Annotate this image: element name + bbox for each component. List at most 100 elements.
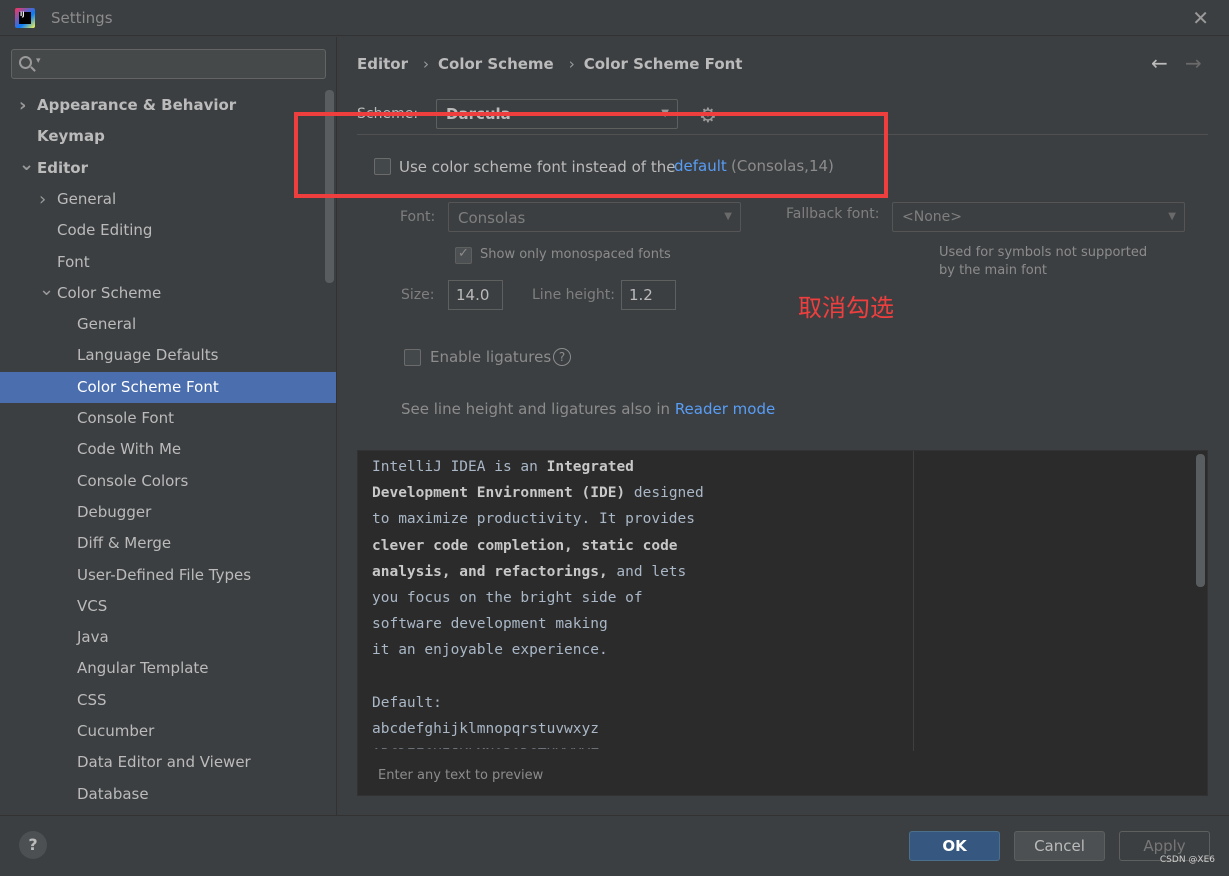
search-field[interactable]: ▾ bbox=[11, 49, 326, 79]
sidebar-item-code-with-me[interactable]: Code With Me bbox=[0, 434, 336, 465]
preview-text-segment: and lets bbox=[607, 563, 687, 580]
sidebar-item-label: Cucumber bbox=[77, 722, 155, 740]
ok-button[interactable]: OK bbox=[909, 831, 1000, 861]
preview-text-segment: software development making bbox=[372, 616, 608, 633]
sidebar-item-vcs[interactable]: VCS bbox=[0, 591, 336, 622]
sidebar-item-label: Appearance & Behavior bbox=[37, 96, 237, 114]
sidebar-item-cucumber[interactable]: Cucumber bbox=[0, 716, 336, 747]
breadcrumb-item-color-scheme[interactable]: Color Scheme bbox=[438, 55, 554, 73]
ligatures-checkbox[interactable] bbox=[404, 349, 421, 366]
see-also-text: See line height and ligatures also in Re… bbox=[401, 400, 775, 418]
breadcrumb-item-editor[interactable]: Editor bbox=[357, 55, 408, 73]
size-label: Size: bbox=[401, 287, 435, 303]
sidebar-item-label: Font bbox=[57, 252, 90, 271]
sidebar-item-label: Editor bbox=[37, 158, 88, 177]
chevron-right-icon[interactable]: › bbox=[19, 90, 26, 121]
sidebar-item-label: CSS bbox=[77, 690, 107, 709]
preview-line: IntelliJ IDEA is an Integrated bbox=[372, 454, 912, 480]
right-margin-guide bbox=[913, 451, 914, 751]
preview-line: Default: bbox=[372, 690, 912, 716]
preview-text-segment: ABCDEFGHIJKLMNOPQRSTUVWXYZ bbox=[372, 747, 599, 749]
fallback-font-label: Fallback font: bbox=[786, 206, 880, 222]
sidebar-item-editor[interactable]: ⌄ Editor bbox=[0, 153, 336, 184]
preview-scrollbar[interactable] bbox=[1196, 454, 1205, 587]
sidebar-item-keymap[interactable]: Keymap bbox=[0, 121, 336, 152]
sidebar-item-label: General bbox=[77, 315, 137, 334]
breadcrumb-item-color-scheme-font: Color Scheme Font bbox=[583, 55, 743, 73]
title-bar: IJ Settings ✕ bbox=[0, 0, 1229, 36]
sidebar-item-diff-merge[interactable]: Diff & Merge bbox=[0, 528, 336, 559]
annotation-text: 取消勾选 bbox=[798, 294, 894, 322]
forward-arrow-icon[interactable]: → bbox=[1185, 51, 1202, 75]
sidebar-item-general[interactable]: › General bbox=[0, 184, 336, 215]
sidebar-item-label: Angular Template bbox=[77, 659, 209, 678]
preview-text-segment: you focus on the bright side of bbox=[372, 590, 643, 607]
font-dropdown[interactable]: Consolas ▼ bbox=[448, 202, 741, 232]
fallback-font-value: <None> bbox=[902, 209, 962, 225]
font-preview[interactable]: IntelliJ IDEA is an Integrated Developmen… bbox=[357, 450, 1208, 796]
sidebar-item-code-editing[interactable]: Code Editing bbox=[0, 215, 336, 246]
monospaced-label[interactable]: Show only monospaced fonts bbox=[480, 247, 671, 262]
cancel-button[interactable]: Cancel bbox=[1014, 831, 1105, 861]
sidebar-item-label: Diff & Merge bbox=[77, 534, 172, 553]
font-value: Consolas bbox=[458, 209, 526, 227]
preview-text-segment: it an enjoyable experience. bbox=[372, 642, 608, 659]
highlight-annotation-box bbox=[294, 112, 888, 198]
preview-editor[interactable]: IntelliJ IDEA is an Integrated Developmen… bbox=[372, 454, 912, 749]
sidebar-item-label: Color Scheme bbox=[57, 283, 162, 302]
preview-line: it an enjoyable experience. bbox=[372, 637, 912, 663]
sidebar-item-java[interactable]: Java bbox=[0, 622, 336, 653]
sidebar-item-debugger[interactable]: Debugger bbox=[0, 497, 336, 528]
sidebar-item-color-scheme[interactable]: ⌄ Color Scheme bbox=[0, 278, 336, 309]
chevron-right-icon[interactable]: › bbox=[39, 184, 46, 215]
sidebar-item-language-defaults[interactable]: Language Defaults bbox=[0, 340, 336, 371]
sidebar-item-data-editor-and-viewer[interactable]: Data Editor and Viewer bbox=[0, 747, 336, 778]
dialog-footer: ? OK Cancel Apply CSDN @XE6 bbox=[0, 816, 1229, 876]
help-circle-icon[interactable]: ? bbox=[553, 348, 571, 366]
preview-text-segment: Integrated bbox=[546, 459, 634, 475]
preview-text-segment: Development Environment (IDE) bbox=[372, 485, 626, 502]
chevron-down-icon[interactable]: ⌄ bbox=[19, 149, 34, 180]
sidebar-item-appearance-behavior[interactable]: › Appearance & Behavior bbox=[0, 90, 336, 121]
sidebar-item-console-font[interactable]: Console Font bbox=[0, 403, 336, 434]
sidebar-item-label: Debugger bbox=[77, 502, 152, 521]
preview-line: abcdefghijklmnopqrstuvwxyz bbox=[372, 716, 912, 742]
fallback-font-dropdown[interactable]: <None> ▼ bbox=[892, 202, 1185, 232]
see-also-label: See line height and ligatures also in bbox=[401, 400, 675, 418]
chevron-down-icon: ▼ bbox=[724, 211, 732, 222]
chevron-down-icon[interactable]: ⌄ bbox=[39, 274, 54, 305]
sidebar-item-angular-template[interactable]: Angular Template bbox=[0, 653, 336, 684]
ligatures-label[interactable]: Enable ligatures bbox=[430, 348, 551, 366]
sidebar-item-database[interactable]: Database bbox=[0, 779, 336, 810]
reader-mode-link[interactable]: Reader mode bbox=[675, 400, 775, 418]
search-options-chevron-icon[interactable]: ▾ bbox=[36, 56, 41, 66]
watermark: CSDN @XE6 bbox=[1159, 855, 1215, 865]
line-height-input[interactable]: 1.2 bbox=[621, 280, 676, 310]
line-height-label: Line height: bbox=[532, 287, 615, 303]
close-icon[interactable]: ✕ bbox=[1192, 8, 1209, 28]
fallback-font-hint: Used for symbols not supported by the ma… bbox=[939, 245, 1148, 278]
sidebar-item-color-scheme-font[interactable]: Color Scheme Font bbox=[0, 371, 336, 403]
preview-text-segment: to maximize productivity. It provides bbox=[372, 511, 696, 528]
sidebar-item-label: Color Scheme Font bbox=[77, 377, 219, 396]
monospaced-checkbox[interactable] bbox=[455, 246, 472, 264]
sidebar-item-label: User-Defined File Types bbox=[77, 565, 252, 584]
window-title: Settings bbox=[51, 9, 113, 27]
preview-line: you focus on the bright side of bbox=[372, 585, 912, 611]
preview-line bbox=[372, 664, 912, 690]
sidebar-item-user-defined-file-types[interactable]: User-Defined File Types bbox=[0, 560, 336, 591]
sidebar-item-general[interactable]: General bbox=[0, 309, 336, 340]
search-input[interactable] bbox=[46, 53, 316, 75]
sidebar-item-label: Code With Me bbox=[77, 440, 182, 459]
help-button[interactable]: ? bbox=[19, 831, 47, 859]
preview-line: to maximize productivity. It provides bbox=[372, 506, 912, 532]
size-input[interactable]: 14.0 bbox=[448, 280, 503, 310]
sidebar-item-css[interactable]: CSS bbox=[0, 685, 336, 716]
back-arrow-icon[interactable]: ← bbox=[1151, 51, 1168, 75]
sidebar-item-label: Database bbox=[77, 784, 149, 803]
preview-text-segment: designed bbox=[625, 485, 704, 502]
sidebar-item-console-colors[interactable]: Console Colors bbox=[0, 466, 336, 497]
sidebar-item-label: VCS bbox=[77, 596, 108, 615]
preview-footer: Enter any text to preview bbox=[358, 751, 1207, 795]
sidebar-item-label: Language Defaults bbox=[77, 346, 219, 365]
